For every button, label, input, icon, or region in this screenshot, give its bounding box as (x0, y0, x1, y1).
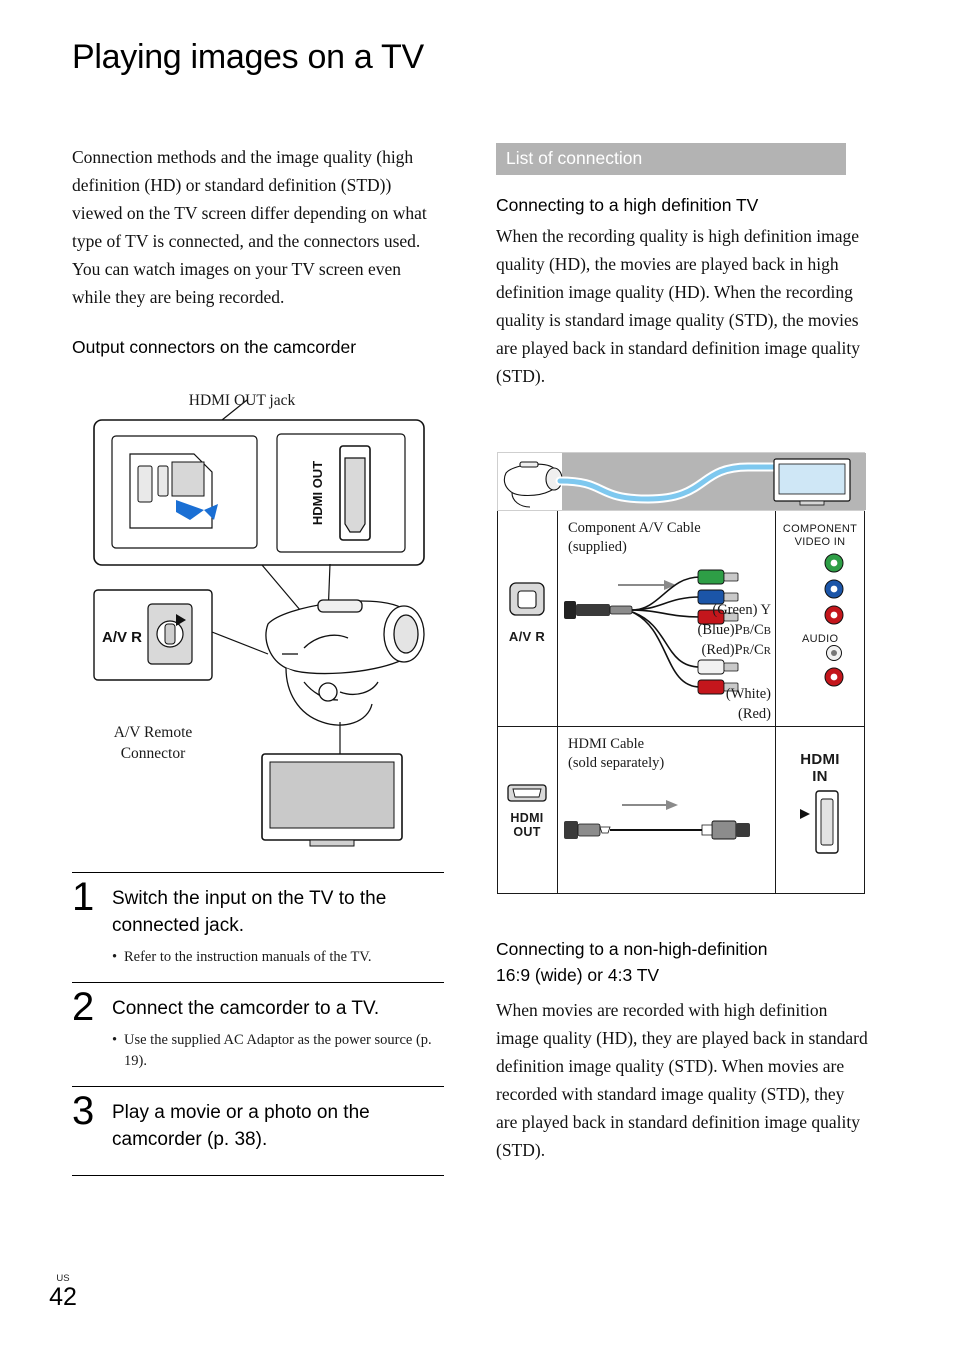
step-3-number: 3 (72, 1089, 95, 1133)
av-remote-jack-label: A/V R (508, 629, 546, 644)
output-connectors-heading: Output connectors on the camcorder (72, 337, 357, 357)
av-remote-connector-line1: A/V Remote (113, 724, 193, 741)
tv-hdmi-line1: HDMI (800, 751, 840, 768)
page-footer: US 42 (43, 1274, 83, 1311)
diagram-top-strip (497, 452, 866, 511)
component-av-cable-cell: Component A/V Cable (supplied) (Green) Y… (558, 511, 776, 726)
tv-hdmi-port-icon (800, 790, 839, 854)
camcorder-illustration: HDMI OUT A/V R (93, 399, 425, 847)
non-hd-section: Connecting to a non-high-definition 16:9… (496, 936, 870, 1164)
page-title: Playing images on a TV (72, 38, 424, 76)
hdmi-out-jack-caption: HDMI OUT jack (188, 392, 296, 409)
hdmi-cable-line1: HDMI Cable (568, 736, 645, 752)
component-av-cable-line1: Component A/V Cable (568, 520, 701, 536)
step-3: 3 Play a movie or a photo on the camcord… (72, 1086, 444, 1176)
tv-hdmi-line2: IN (812, 768, 828, 785)
hdmi-out-label: HDMI OUT (510, 811, 544, 839)
hdmi-out-connector-cell: HDMI OUT (498, 727, 558, 893)
av-remote-connector-line2: Connector (120, 745, 186, 762)
camcorder-figure: HDMI OUT jack HDMI OUT A/V R A/V Remote … (72, 392, 452, 847)
component-av-row: A/V R Component A/V Cable (supplied) (Gr… (498, 511, 864, 727)
plug-red2-label: (Red) (737, 706, 771, 722)
connection-diagram: A/V R Component A/V Cable (supplied) (Gr… (497, 452, 867, 894)
svg-text:A/V R: A/V R (102, 629, 142, 646)
tv-hdmi-cell: HDMI IN (776, 727, 864, 893)
tv-jacks-illustration (824, 553, 844, 687)
connection-grid: A/V R Component A/V Cable (supplied) (Gr… (497, 511, 865, 894)
tv-component-video-in-label: COMPONENT VIDEO IN (776, 523, 864, 549)
plug-blue-label: (Blue)PB/CB (697, 622, 772, 638)
hdmi-cable-line2: (sold separately) (568, 755, 665, 771)
intro-paragraph: Connection methods and the image quality… (72, 147, 427, 307)
step-2-title: Connect the camcorder to a TV. (112, 998, 380, 1019)
hdmi-cable-illustration (564, 800, 750, 840)
step-3-title: Play a movie or a photo on the camcorder… (112, 1102, 370, 1150)
tv-component-cell: COMPONENT VIDEO IN AUDIO (776, 511, 864, 726)
non-hd-heading-line1: Connecting to a non-high-definition (496, 939, 768, 959)
tv-component-line2: VIDEO IN (794, 536, 846, 548)
diagram-top-illustration (503, 458, 851, 508)
hd-tv-paragraph: When the recording quality is high defin… (496, 226, 860, 386)
step-1-number: 1 (72, 875, 95, 919)
step-2-note: Use the supplied AC Adaptor as the power… (112, 1030, 444, 1072)
svg-text:HDMI OUT: HDMI OUT (310, 461, 325, 525)
tv-hdmi-in-label: HDMI IN (776, 751, 864, 785)
av-remote-jack-icon (509, 582, 545, 616)
hdmi-out-jack-icon (507, 784, 547, 802)
step-2-number: 2 (72, 985, 95, 1029)
plug-green-label: (Green) Y (712, 602, 771, 618)
component-av-connector-cell: A/V R (498, 511, 558, 726)
left-column: Connection methods and the image quality… (72, 143, 444, 358)
av-remote-connector-caption: A/V Remote Connector (94, 722, 212, 764)
non-hd-paragraph: When movies are recorded with high defin… (496, 1000, 868, 1160)
page-root: Playing images on a TV Connection method… (0, 0, 954, 1357)
hdmi-row: HDMI OUT HDMI Cable (sold separately) HD… (498, 727, 864, 893)
hdmi-cable-label: HDMI Cable (sold separately) (568, 735, 664, 773)
component-av-cable-line2: (supplied) (568, 539, 627, 555)
step-1-title: Switch the input on the TV to the connec… (112, 888, 387, 936)
component-av-cable-label: Component A/V Cable (supplied) (568, 519, 701, 557)
hdmi-cable-cell: HDMI Cable (sold separately) (558, 727, 776, 893)
tv-audio-label: AUDIO (802, 633, 839, 645)
steps-list: 1 Switch the input on the TV to the conn… (72, 872, 444, 1176)
list-of-connection-band: List of connection (496, 143, 846, 175)
plug-red-label: (Red)PR/CR (701, 642, 771, 658)
non-hd-heading-line2: 16:9 (wide) or 4:3 TV (496, 965, 660, 985)
plug-white-label: (White) (725, 686, 771, 702)
step-1: 1 Switch the input on the TV to the conn… (72, 872, 444, 982)
hd-tv-heading: Connecting to a high definition TV (496, 195, 759, 215)
footer-page-number: 42 (49, 1283, 77, 1311)
step-2: 2 Connect the camcorder to a TV. Use the… (72, 982, 444, 1086)
step-1-note: Refer to the instruction manuals of the … (112, 947, 444, 968)
right-column: List of connection Connecting to a high … (496, 143, 866, 390)
tv-component-line1: COMPONENT (782, 523, 858, 535)
non-hd-heading: Connecting to a non-high-definition 16:9… (496, 936, 870, 988)
